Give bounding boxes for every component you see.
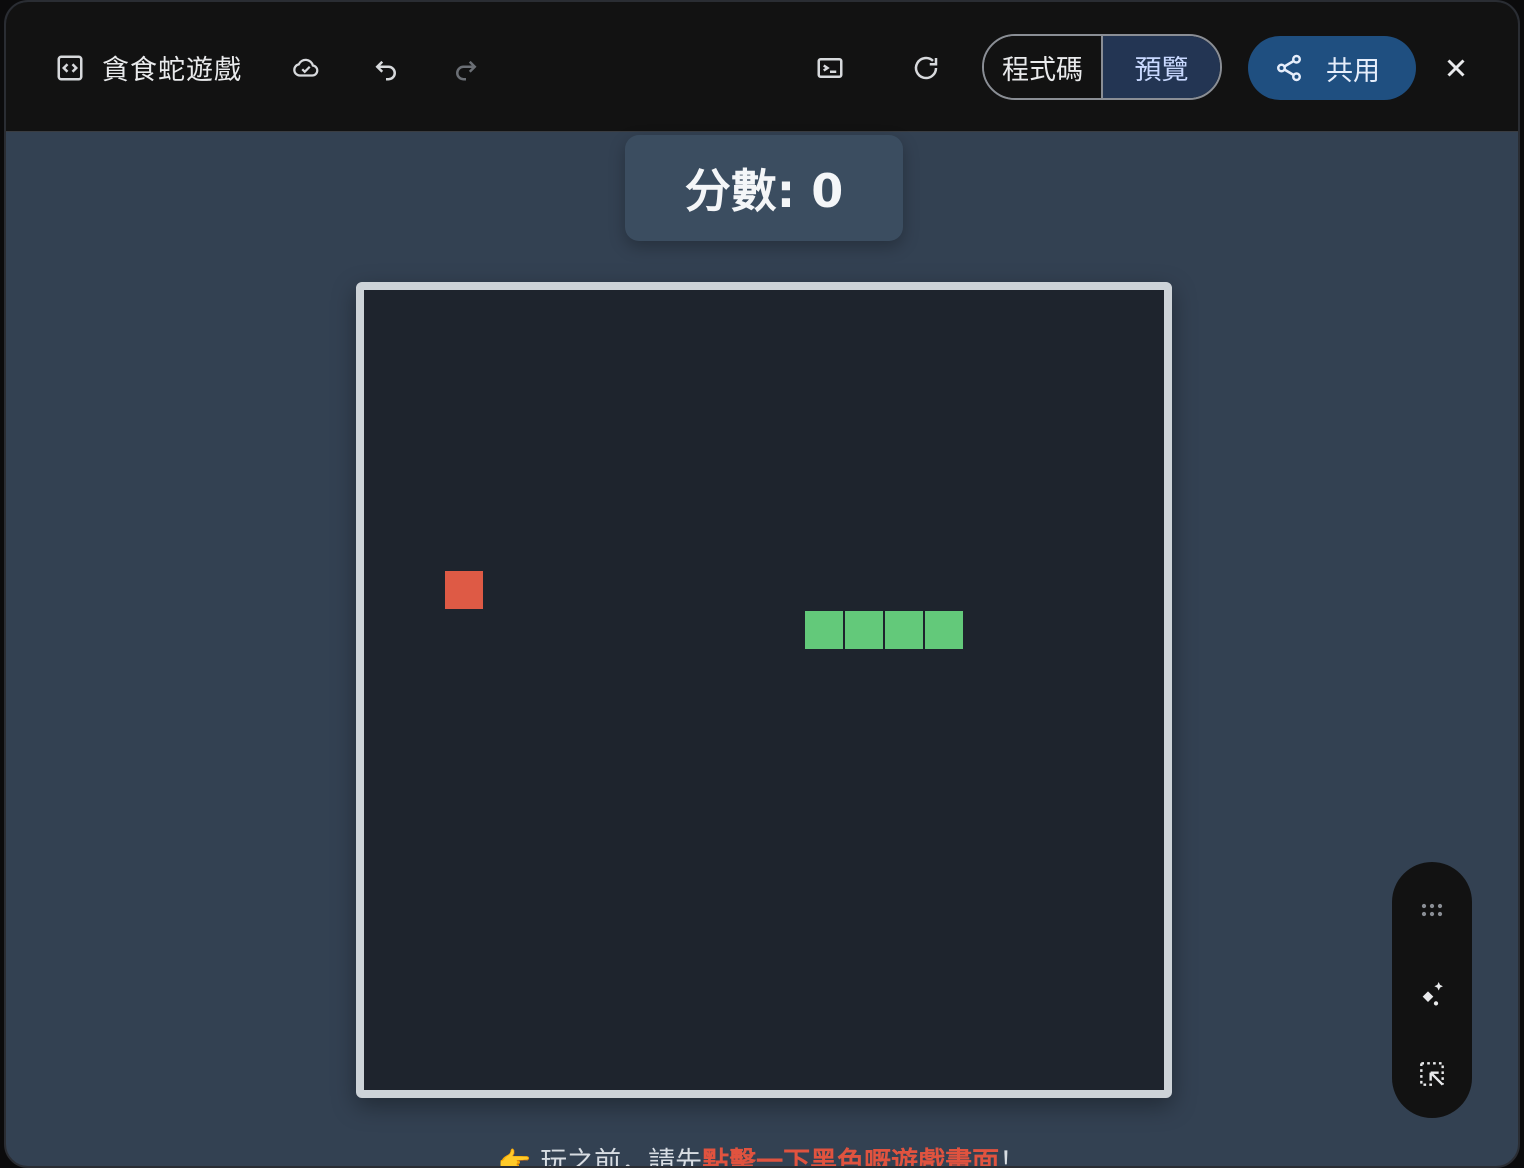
code-window-icon[interactable] [46, 44, 94, 92]
tab-code[interactable]: 程式碼 [984, 36, 1103, 98]
share-label: 共用 [1326, 55, 1380, 87]
hint-suffix: ！ [999, 1147, 1027, 1168]
snake-segment [925, 611, 963, 649]
play-hint: 👉 玩之前，請先點擊一下黑色嘅遊戲畫面！ [6, 1140, 1518, 1168]
snake-segment [805, 611, 843, 649]
undo-icon[interactable] [362, 44, 410, 92]
cloud-save-icon[interactable] [282, 44, 330, 92]
snake-segment [845, 611, 883, 649]
close-icon[interactable] [1432, 44, 1480, 92]
board-background[interactable] [364, 290, 1164, 1090]
share-button[interactable]: 共用 [1248, 36, 1416, 100]
floating-toolbar [1392, 862, 1472, 1118]
score-display: 分數: 0 [625, 135, 903, 241]
top-toolbar: 貪食蛇遊戲 程式碼 預覽 共用 [6, 2, 1518, 132]
drag-handle-icon[interactable] [1412, 890, 1452, 930]
share-icon [1277, 54, 1301, 82]
game-canvas[interactable] [364, 290, 1164, 1090]
refresh-icon[interactable] [902, 44, 950, 92]
food-block [445, 571, 483, 609]
console-icon[interactable] [806, 44, 854, 92]
magic-edit-icon[interactable] [1412, 974, 1452, 1014]
hint-prefix: 👉 玩之前，請先 [497, 1147, 703, 1168]
view-toggle: 程式碼 預覽 [982, 34, 1222, 100]
select-element-icon[interactable] [1412, 1054, 1452, 1094]
redo-icon[interactable] [442, 44, 490, 92]
project-title: 貪食蛇遊戲 [102, 55, 242, 86]
hint-emphasis: 點擊一下黑色嘅遊戲畫面 [702, 1147, 1000, 1168]
app-window: 貪食蛇遊戲 程式碼 預覽 共用 分數: 0 👉 玩之前，請先點擊一下黑色嘅遊戲畫… [4, 0, 1520, 1168]
game-board[interactable] [356, 282, 1172, 1098]
snake-segment [885, 611, 923, 649]
tab-preview[interactable]: 預覽 [1103, 36, 1220, 98]
